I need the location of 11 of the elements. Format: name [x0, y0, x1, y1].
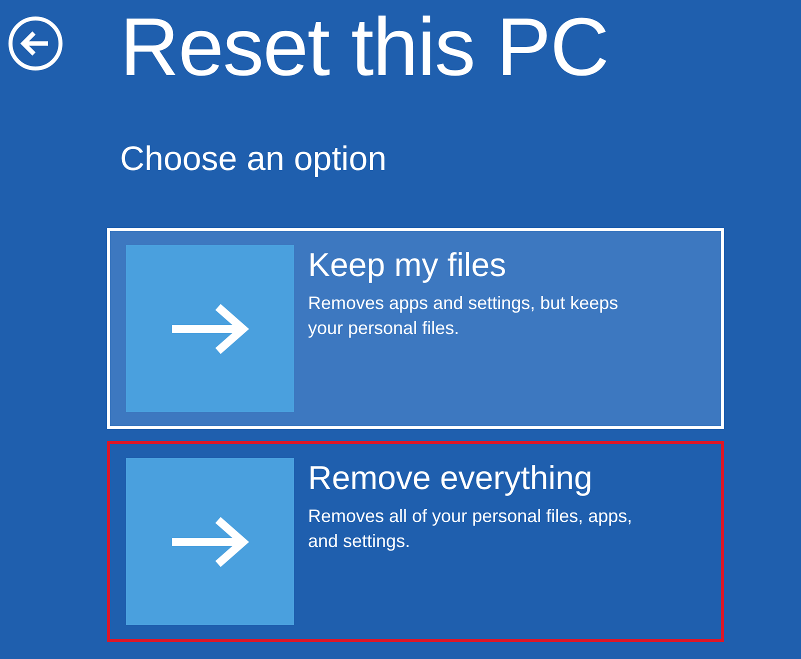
- arrow-icon: [170, 516, 250, 568]
- back-button[interactable]: [8, 16, 63, 71]
- option-card[interactable]: Remove everything Removes all of your personal files, apps, and settings.: [107, 441, 724, 642]
- option-description: Removes apps and settings, but keeps your personal files.: [308, 292, 620, 340]
- arrow-icon: [170, 302, 250, 354]
- page-title: Reset this PC: [120, 1, 608, 95]
- page-subtitle: Choose an option: [120, 139, 387, 180]
- option-title: Keep my files: [308, 245, 506, 285]
- option-card[interactable]: Keep my files Removes apps and settings, but keeps your personal files.: [107, 228, 724, 429]
- option-description: Removes all of your personal files, apps, and settings.: [308, 505, 634, 553]
- option-title: Remove everything: [308, 458, 592, 498]
